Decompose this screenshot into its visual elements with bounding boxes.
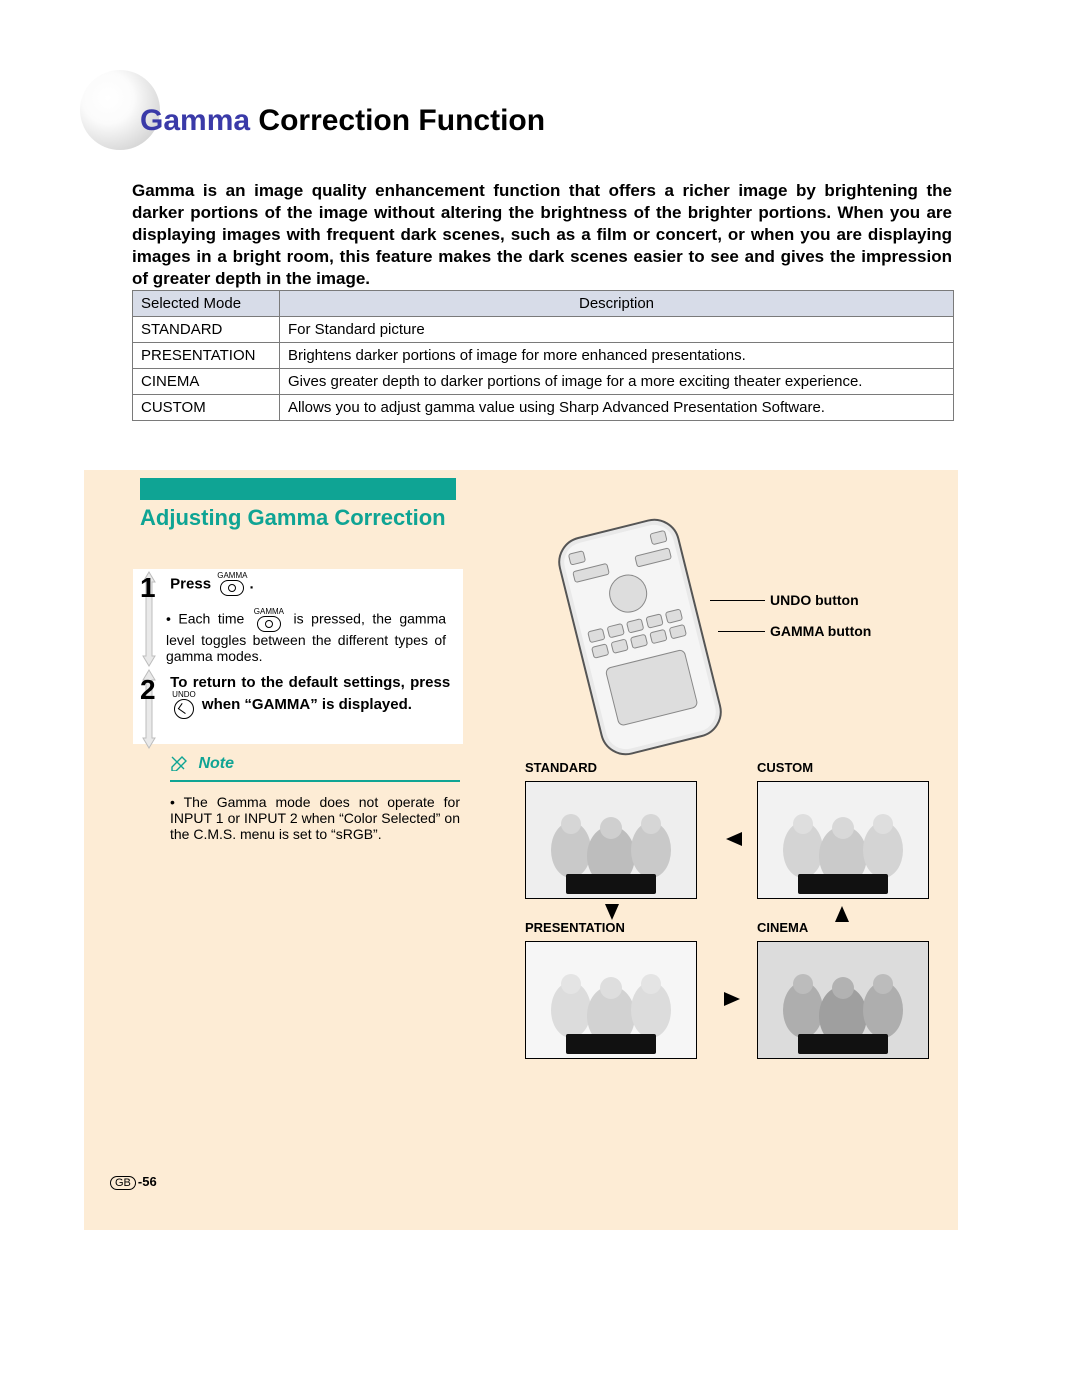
section-accent-bar <box>140 478 456 500</box>
title-rest: Correction Function <box>250 104 545 137</box>
pencil-icon <box>170 755 188 771</box>
th-desc: Description <box>280 291 954 317</box>
step-detail: • Each time GAMMA is pressed, the gamma … <box>166 608 446 664</box>
note-body-box: • The Gamma mode does not operate for IN… <box>170 788 460 842</box>
sample-presentation: PRESENTATION <box>525 920 695 1059</box>
step-1: 1 Press GAMMA . • Each time GAMMA is pre… <box>140 572 460 664</box>
gamma-button-icon: GAMMA <box>254 608 284 632</box>
gb-badge: GB <box>110 1176 136 1190</box>
cell-desc: Gives greater depth to darker portions o… <box>280 369 954 395</box>
arrow-left-icon <box>720 826 746 852</box>
note-divider <box>170 780 460 782</box>
arrow-down-icon <box>599 900 625 926</box>
arrow-right-icon <box>720 986 746 1012</box>
manual-page: Gamma Correction Function Gamma is an im… <box>0 0 1080 1397</box>
sample-standard: STANDARD <box>525 760 695 899</box>
title-accent: Gamma <box>140 104 250 137</box>
step-number: 1 <box>140 572 166 604</box>
table-row: CUSTOM Allows you to adjust gamma value … <box>133 395 954 421</box>
callout-gamma: GAMMA button <box>770 623 871 639</box>
note-box: Note <box>170 755 460 773</box>
step-text: To return to the default settings, press… <box>170 674 450 719</box>
step-text: Press GAMMA . <box>170 572 450 597</box>
thumbnail <box>757 941 929 1059</box>
sample-custom: CUSTOM <box>757 760 927 899</box>
table-row: STANDARD For Standard picture <box>133 317 954 343</box>
step-number: 2 <box>140 674 166 706</box>
note-body: • The Gamma mode does not operate for IN… <box>170 794 460 842</box>
step-2: 2 To return to the default settings, pre… <box>140 674 460 719</box>
cell-mode: CINEMA <box>133 369 280 395</box>
thumbnail <box>525 781 697 899</box>
cell-desc: Brightens darker portions of image for m… <box>280 343 954 369</box>
cell-desc: For Standard picture <box>280 317 954 343</box>
section-subheading: Adjusting Gamma Correction <box>140 505 446 530</box>
table-row: PRESENTATION Brightens darker portions o… <box>133 343 954 369</box>
table-row: CINEMA Gives greater depth to darker por… <box>133 369 954 395</box>
cell-mode: CUSTOM <box>133 395 280 421</box>
thumbnail <box>525 941 697 1059</box>
undo-button-icon: UNDO <box>172 691 196 719</box>
page-footer: GB-56 <box>110 1174 157 1190</box>
page-number: -56 <box>138 1174 157 1189</box>
arrow-up-icon <box>829 900 855 926</box>
cell-mode: STANDARD <box>133 317 280 343</box>
note-label: Note <box>170 755 460 773</box>
sample-cinema: CINEMA <box>757 920 927 1059</box>
cell-desc: Allows you to adjust gamma value using S… <box>280 395 954 421</box>
gamma-modes-table: Selected Mode Description STANDARD For S… <box>132 290 954 421</box>
thumbnail <box>757 781 929 899</box>
page-title: Gamma Correction Function <box>140 104 545 138</box>
callout-undo: UNDO button <box>770 592 859 608</box>
intro-paragraph: Gamma is an image quality enhancement fu… <box>132 180 952 290</box>
cell-mode: PRESENTATION <box>133 343 280 369</box>
gamma-button-icon: GAMMA <box>217 572 247 597</box>
table-head-row: Selected Mode Description <box>133 291 954 317</box>
th-mode: Selected Mode <box>133 291 280 317</box>
remote-illustration <box>548 525 748 750</box>
